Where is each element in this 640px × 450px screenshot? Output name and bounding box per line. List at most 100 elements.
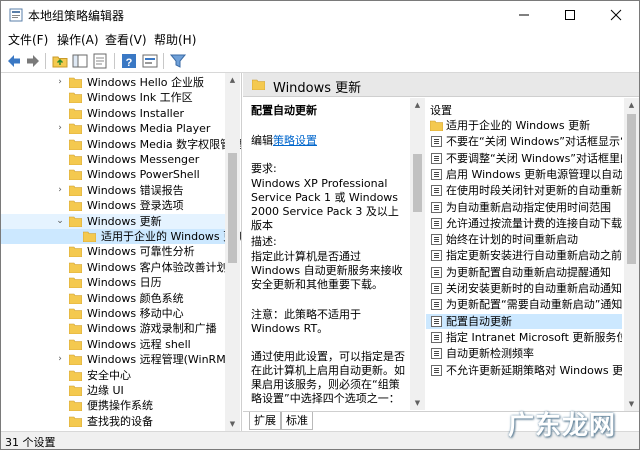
- scroll-thumb[interactable]: [627, 114, 636, 264]
- folder-icon: [68, 370, 83, 381]
- scroll-thumb[interactable]: [413, 154, 422, 212]
- menu-file[interactable]: 文件(F): [8, 31, 48, 48]
- policy-setting-icon: [431, 315, 442, 327]
- forward-arrow-icon[interactable]: [24, 52, 42, 70]
- policy-description: 配置自动更新 编辑策略设置 要求: Windows XP Professiona…: [243, 98, 410, 411]
- policy-setting-row[interactable]: 启用 Windows 更新电源管理以自动唤醒系统来安装计划的更新: [426, 167, 622, 182]
- help-icon[interactable]: ?: [120, 52, 138, 70]
- tree-item[interactable]: 便携操作系统: [1, 398, 227, 413]
- details-header: Windows 更新: [243, 73, 639, 97]
- chevron-right-icon[interactable]: ›: [55, 75, 65, 90]
- policy-setting-row[interactable]: 配置自动更新: [426, 313, 622, 329]
- tree-item[interactable]: Windows 移动中心: [1, 306, 227, 321]
- scroll-up-arrow-icon[interactable]: ▲: [410, 98, 425, 112]
- policy-setting-row[interactable]: 始终在计划的时间重新启动: [426, 232, 622, 247]
- policy-setting-icon: [431, 217, 442, 229]
- policy-setting-label: 不要在“关闭 Windows”对话框显示“安装更新并关机”: [446, 135, 622, 149]
- policy-setting-icon: [431, 201, 442, 213]
- scroll-down-arrow-icon[interactable]: ▼: [225, 417, 240, 431]
- tree-item[interactable]: Windows 日历: [1, 275, 227, 290]
- tree-item[interactable]: › Windows 远程管理(WinRM): [1, 352, 230, 367]
- policy-setting-row[interactable]: 不要在“关闭 Windows”对话框显示“安装更新并关机”: [426, 134, 622, 149]
- folder-icon: [68, 385, 83, 397]
- scroll-up-arrow-icon[interactable]: ▲: [225, 73, 240, 87]
- tree-item[interactable]: › Windows 错误报告: [1, 183, 227, 198]
- menu-action[interactable]: 操作(A): [57, 31, 99, 48]
- policy-setting-row[interactable]: 自动更新检测频率: [426, 346, 622, 361]
- tree-item[interactable]: Windows PowerShell: [1, 167, 227, 182]
- toolbar: ?: [1, 49, 639, 73]
- policy-setting-label: 启用 Windows 更新电源管理以自动唤醒系统来安装计划的更新: [446, 167, 622, 181]
- chevron-right-icon[interactable]: ›: [55, 183, 65, 198]
- show-hide-tree-icon[interactable]: [71, 52, 89, 70]
- tree-item[interactable]: 查找我的设备: [1, 414, 227, 429]
- settings-scrollbar[interactable]: ▲ ▼: [624, 98, 639, 411]
- status-text: 31 个设置: [5, 436, 56, 449]
- description-label: 描述:: [251, 235, 277, 248]
- description-scrollbar[interactable]: ▲ ▼: [410, 98, 425, 410]
- tree-item-label: Windows 日历: [87, 276, 162, 290]
- scroll-down-arrow-icon[interactable]: ▼: [624, 397, 639, 411]
- details-header-title: Windows 更新: [273, 81, 362, 96]
- chevron-right-icon[interactable]: ›: [55, 352, 65, 367]
- tree-item[interactable]: 边缘 UI: [1, 383, 227, 398]
- tree-item-label: 边缘 UI: [87, 384, 124, 397]
- tree-item[interactable]: Windows Media 数字权限管理: [1, 137, 241, 152]
- scroll-thumb[interactable]: [228, 153, 237, 263]
- tree-item[interactable]: ⌄ Windows 更新: [1, 213, 227, 229]
- tree-item[interactable]: Windows 颜色系统: [1, 291, 227, 306]
- policy-setting-icon: [431, 364, 442, 376]
- properties-icon[interactable]: [141, 52, 159, 70]
- policy-setting-icon: [431, 185, 442, 197]
- folder-icon: [68, 77, 83, 89]
- tab-standard[interactable]: 标准: [281, 412, 313, 430]
- tree-item[interactable]: › Windows Media Player: [1, 121, 227, 136]
- scroll-up-arrow-icon[interactable]: ▲: [624, 98, 639, 112]
- edit-policy-link[interactable]: 策略设置: [273, 134, 317, 147]
- edit-policy: 编辑策略设置: [251, 134, 317, 147]
- policy-setting-label: 不允许更新延期策略对 Windows 更新执行扫描: [446, 363, 622, 377]
- tree-item[interactable]: › Windows Hello 企业版: [1, 75, 227, 90]
- settings-column-header[interactable]: 设置: [430, 102, 452, 118]
- policy-setting-row[interactable]: 为自动重新启动指定使用时间范围: [426, 200, 622, 215]
- maximize-button[interactable]: [547, 1, 593, 29]
- tree-item[interactable]: Windows Ink 工作区: [1, 90, 227, 105]
- tree-item[interactable]: Windows 游戏录制和广播: [1, 321, 227, 336]
- minimize-button[interactable]: [501, 1, 547, 29]
- tree-item[interactable]: 适用于企业的 Windows 更新: [1, 229, 241, 244]
- tree-item-label: Windows 登录选项: [87, 199, 184, 213]
- tree-item[interactable]: Windows 登录选项: [1, 198, 227, 213]
- policy-setting-row[interactable]: 为更新配置自动重新启动提醒通知: [426, 265, 622, 280]
- policy-setting-row[interactable]: 不允许更新延期策略对 Windows 更新执行扫描: [426, 363, 622, 378]
- tree-item[interactable]: Windows 可靠性分析: [1, 244, 227, 259]
- menu-view[interactable]: 查看(V): [105, 31, 147, 48]
- policy-setting-row[interactable]: 适用于企业的 Windows 更新: [426, 118, 622, 133]
- tab-extended[interactable]: 扩展: [249, 412, 281, 430]
- menu-help[interactable]: 帮助(H): [154, 31, 196, 48]
- tree-scrollbar[interactable]: ▲ ▼: [225, 73, 240, 431]
- policy-setting-row[interactable]: 不要调整“关闭 Windows”对话框里的“安装更新并关机”的默认选项: [426, 151, 622, 166]
- policy-setting-row[interactable]: 指定更新安装进行自动重新启动之前的最后期限: [426, 248, 622, 263]
- back-arrow-icon[interactable]: [5, 52, 23, 70]
- tree-item[interactable]: 安全中心: [1, 368, 227, 383]
- export-list-icon[interactable]: [91, 52, 109, 70]
- policy-setting-row[interactable]: 为更新配置“需要自动重新启动”通知: [426, 297, 622, 312]
- tree-item[interactable]: Windows 远程 shell: [1, 337, 227, 352]
- folder-icon: [68, 277, 83, 289]
- policy-setting-row[interactable]: 在使用时段关闭针对更新的自动重新启动: [426, 183, 622, 198]
- scroll-down-arrow-icon[interactable]: ▼: [410, 396, 425, 410]
- tree-item-label: Windows 移动中心: [87, 307, 184, 320]
- policy-setting-row[interactable]: 关闭安装更新时的自动重新启动通知: [426, 281, 622, 296]
- policy-setting-row[interactable]: 指定 Intranet Microsoft 更新服务位置: [426, 330, 622, 345]
- tree-item[interactable]: Windows 客户体验改善计划: [1, 260, 228, 275]
- filter-icon[interactable]: [169, 52, 187, 70]
- up-folder-icon[interactable]: [51, 52, 69, 70]
- tree-item[interactable]: Windows Installer: [1, 106, 227, 121]
- chevron-right-icon[interactable]: ›: [55, 121, 65, 136]
- policy-setting-row[interactable]: 允许通过按流量计费的连接自动下载更新: [426, 216, 622, 231]
- tree-item[interactable]: Windows Messenger: [1, 152, 227, 167]
- folder-icon: [68, 400, 83, 412]
- close-button[interactable]: [593, 1, 639, 29]
- chevron-down-icon[interactable]: ⌄: [55, 214, 65, 229]
- requirement-text: Windows XP Professional Service Pack 1 或…: [251, 177, 399, 232]
